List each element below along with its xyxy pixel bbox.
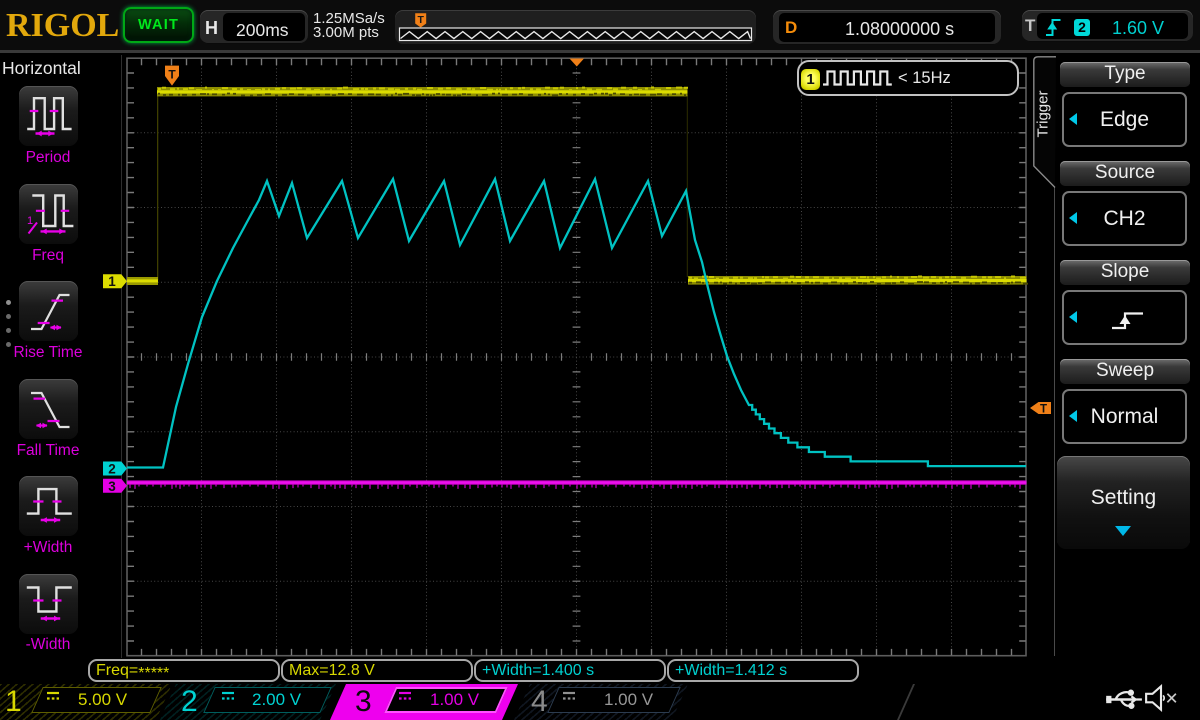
svg-text:1: 1 — [108, 274, 116, 289]
svg-text:3: 3 — [108, 479, 116, 494]
svg-text:2: 2 — [108, 462, 116, 477]
svg-text:T: T — [1040, 404, 1047, 416]
svg-text:T: T — [168, 68, 176, 82]
